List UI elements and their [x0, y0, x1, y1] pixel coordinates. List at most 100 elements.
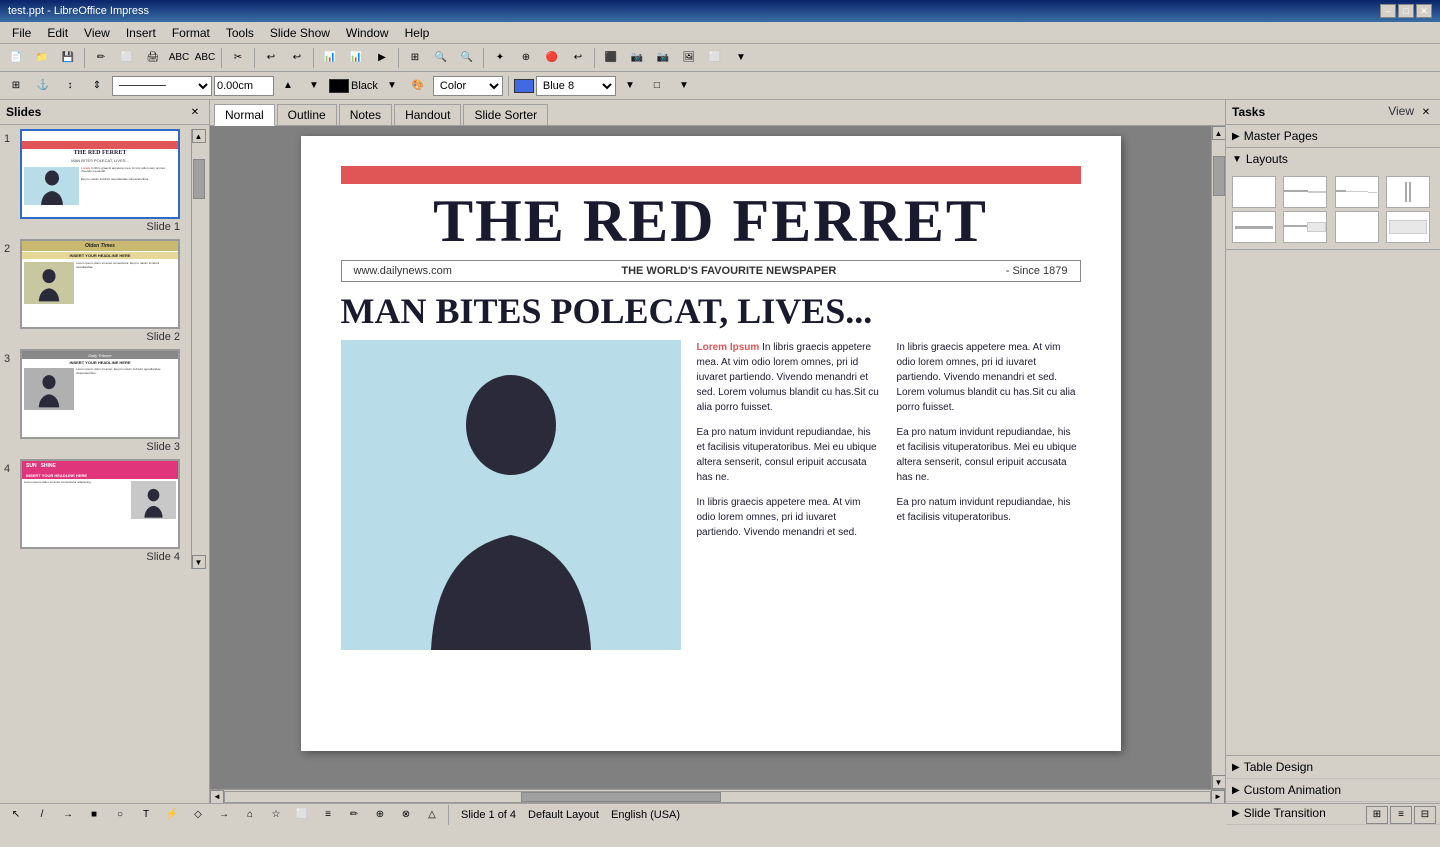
canvas-scroll-up[interactable]: ▲: [1212, 126, 1226, 140]
close-button[interactable]: ✕: [1416, 4, 1432, 18]
line-width-up[interactable]: ▲: [276, 75, 300, 97]
cut-button[interactable]: ✂: [226, 47, 250, 69]
tb-btn2[interactable]: ⊕: [514, 47, 538, 69]
tb-btn8[interactable]: 🖼: [677, 47, 701, 69]
chart-button[interactable]: 📊: [318, 47, 342, 69]
layout-content[interactable]: [1335, 176, 1379, 208]
slide-item-3[interactable]: 3 Daily Tribune INSERT YOUR HEADLINE HER…: [4, 349, 191, 453]
line-width-input[interactable]: [214, 76, 274, 96]
rotate2-button[interactable]: ⇕: [85, 75, 109, 97]
tab-slide-sorter[interactable]: Slide Sorter: [463, 104, 548, 125]
lightning-tool[interactable]: ⚡: [160, 804, 184, 826]
layout-centered[interactable]: [1283, 211, 1327, 243]
star-tool[interactable]: ☆: [264, 804, 288, 826]
chart2-button[interactable]: 📊: [344, 47, 368, 69]
zoom-button[interactable]: 🔍: [429, 47, 453, 69]
flowchart-tool[interactable]: ⌂: [238, 804, 262, 826]
menu-window[interactable]: Window: [338, 24, 397, 42]
canvas-scroll-down[interactable]: ▼: [1212, 775, 1226, 789]
tab-notes[interactable]: Notes: [339, 104, 392, 125]
ellipse-tool[interactable]: ○: [108, 804, 132, 826]
tb-btn1[interactable]: ✦: [488, 47, 512, 69]
undo-button[interactable]: ↩: [259, 47, 283, 69]
effects-tool[interactable]: ⊕: [368, 804, 392, 826]
slide-thumb-3[interactable]: Daily Tribune INSERT YOUR HEADLINE HERE: [20, 349, 180, 439]
zoom2-button[interactable]: 🔍: [455, 47, 479, 69]
slide-thumb-4[interactable]: SUN SHINE INSERT YOUR HEADLINE HERE Lore…: [20, 459, 180, 549]
new-button[interactable]: 📄: [4, 47, 28, 69]
menu-slideshow[interactable]: Slide Show: [262, 24, 338, 42]
edit-button[interactable]: ✏: [89, 47, 113, 69]
select-tool[interactable]: ↖: [4, 804, 28, 826]
layout-title[interactable]: [1283, 176, 1327, 208]
maximize-button[interactable]: □: [1398, 4, 1414, 18]
layout-text-two[interactable]: [1335, 211, 1379, 243]
fill-color-dropdown[interactable]: ▼: [618, 75, 642, 97]
slide-canvas[interactable]: THE RED FERRET www.dailynews.com THE WOR…: [210, 126, 1211, 789]
canvas-scroll-right[interactable]: ►: [1211, 790, 1225, 804]
layout-full[interactable]: [1386, 211, 1430, 243]
canvas-scroll-thumb-v[interactable]: [1213, 156, 1225, 196]
layout-title-only[interactable]: [1232, 211, 1276, 243]
scroll-thumb[interactable]: [193, 159, 205, 199]
text-tool[interactable]: T: [134, 804, 158, 826]
more-button[interactable]: ▼: [672, 75, 696, 97]
open-button[interactable]: 📁: [30, 47, 54, 69]
line-style-select[interactable]: ──────: [112, 76, 212, 96]
pencil-tool[interactable]: ✏: [342, 804, 366, 826]
menu-format[interactable]: Format: [164, 24, 218, 42]
shadow-button[interactable]: □: [645, 75, 669, 97]
slide-transition-item[interactable]: ▶ Slide Transition: [1226, 802, 1440, 825]
rect-tool[interactable]: ■: [82, 804, 106, 826]
edit2-button[interactable]: ⬜: [115, 47, 139, 69]
layout-blank[interactable]: [1232, 176, 1276, 208]
table-design-item[interactable]: ▶ Table Design: [1226, 756, 1440, 779]
scroll-down-arrow[interactable]: ▼: [192, 555, 206, 569]
diamond-tool[interactable]: ◇: [186, 804, 210, 826]
menu-view[interactable]: View: [76, 24, 118, 42]
line-width-down[interactable]: ▼: [302, 75, 326, 97]
tb-btn4[interactable]: ↩: [566, 47, 590, 69]
custom-animation-item[interactable]: ▶ Custom Animation: [1226, 779, 1440, 802]
slide-thumb-1[interactable]: THE RED FERRET MAN BITES POLECAT, LIVES.…: [20, 129, 180, 219]
scroll-up-arrow[interactable]: ▲: [192, 129, 206, 143]
fill-color-select[interactable]: Blue 8: [536, 76, 616, 96]
callout-tool[interactable]: ⬜: [290, 804, 314, 826]
master-pages-header[interactable]: ▶ Master Pages: [1226, 125, 1440, 147]
color-picker[interactable]: 🎨: [406, 75, 430, 97]
menu-file[interactable]: File: [4, 24, 39, 42]
save-button[interactable]: 💾: [56, 47, 80, 69]
tasks-close-button[interactable]: ✕: [1418, 104, 1434, 120]
connector-tool[interactable]: →: [212, 804, 236, 826]
slide-item-2[interactable]: 2 Olden Times INSERT YOUR HEADLINE HERE: [4, 239, 191, 343]
snap-button[interactable]: ⊞: [4, 75, 28, 97]
spell-button[interactable]: ABC: [167, 47, 191, 69]
tb-btn5[interactable]: ⬛: [599, 47, 623, 69]
slide-item-1[interactable]: 1 THE RED FERRET MAN BITES POLECAT, LIVE…: [4, 129, 191, 233]
rotate-tool[interactable]: △: [420, 804, 444, 826]
rotate-button[interactable]: ↕: [58, 75, 82, 97]
tb-btn10[interactable]: ▼: [729, 47, 753, 69]
color-dropdown[interactable]: ▼: [380, 75, 404, 97]
tb-btn6[interactable]: 📷: [625, 47, 649, 69]
view-label[interactable]: View: [1388, 104, 1414, 120]
slides-close-button[interactable]: ✕: [187, 104, 203, 120]
tb-btn9[interactable]: ⬜: [703, 47, 727, 69]
fill-style-select[interactable]: Color: [433, 76, 503, 96]
undo2-button[interactable]: ↩: [285, 47, 309, 69]
menu-edit[interactable]: Edit: [39, 24, 76, 42]
tab-handout[interactable]: Handout: [394, 104, 461, 125]
grid-button[interactable]: ⊞: [403, 47, 427, 69]
more-shapes-tool[interactable]: ≡: [316, 804, 340, 826]
minimize-button[interactable]: –: [1380, 4, 1396, 18]
menu-tools[interactable]: Tools: [218, 24, 262, 42]
arrow-tool[interactable]: →: [56, 804, 80, 826]
menu-insert[interactable]: Insert: [118, 24, 164, 42]
line-tool[interactable]: /: [30, 804, 54, 826]
slide-thumb-2[interactable]: Olden Times INSERT YOUR HEADLINE HERE: [20, 239, 180, 329]
menu-help[interactable]: Help: [397, 24, 438, 42]
tab-normal[interactable]: Normal: [214, 104, 275, 126]
media-button[interactable]: ▶: [370, 47, 394, 69]
tb-btn3[interactable]: 🔴: [540, 47, 564, 69]
layouts-header[interactable]: ▼ Layouts: [1226, 148, 1440, 170]
